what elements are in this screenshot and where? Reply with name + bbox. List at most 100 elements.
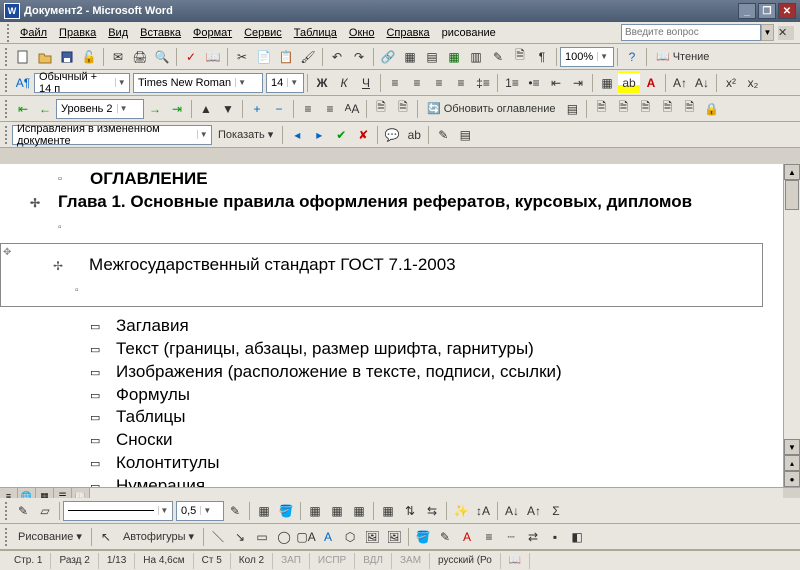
align-right-icon[interactable]: ≡ xyxy=(428,72,450,94)
paste-icon[interactable]: 📋 xyxy=(275,46,297,68)
outline-level-combo[interactable]: Уровень 2▼ xyxy=(56,99,144,119)
font-combo[interactable]: Times New Roman▼ xyxy=(133,73,263,93)
browse-object-icon[interactable]: ● xyxy=(784,471,800,487)
shadow-icon[interactable]: ▪ xyxy=(544,526,566,548)
menu-table[interactable]: Таблица xyxy=(288,25,343,41)
update-toc-button[interactable]: 🔄 Обновить оглавление xyxy=(421,98,561,120)
clipart-icon[interactable]: 🖼 xyxy=(361,526,383,548)
align-center-icon[interactable]: ≡ xyxy=(406,72,428,94)
line-weight-combo[interactable]: 0,5▼ xyxy=(176,501,224,521)
autoformat-icon[interactable]: ✨ xyxy=(450,500,472,522)
menu-edit[interactable]: Правка xyxy=(53,25,102,41)
border-color-icon[interactable]: ✎ xyxy=(224,500,246,522)
split-cells-icon[interactable]: ▦ xyxy=(348,500,370,522)
sort-asc-icon[interactable]: A↓ xyxy=(501,500,523,522)
hyperlink-icon[interactable]: 🔗 xyxy=(377,46,399,68)
borders-icon[interactable]: ▦ xyxy=(596,72,618,94)
promote-icon[interactable]: ← xyxy=(34,98,56,120)
drawing-menu[interactable]: Рисование ▾ xyxy=(12,526,88,548)
subscript-icon[interactable]: x₂ xyxy=(742,72,764,94)
spellcheck-icon[interactable]: ✓ xyxy=(180,46,202,68)
ask-question-input[interactable] xyxy=(621,24,761,41)
help-icon[interactable]: ? xyxy=(621,46,643,68)
menu-format[interactable]: Формат xyxy=(187,25,238,41)
menu-drawing[interactable]: рисование xyxy=(436,25,502,41)
draw-table-icon[interactable]: ✎ xyxy=(12,500,34,522)
research-icon[interactable]: 📖 xyxy=(202,46,224,68)
goto-toc-icon[interactable]: ▤ xyxy=(561,98,583,120)
outline-plus-icon[interactable]: ✢ xyxy=(53,258,63,274)
status-ovr[interactable]: ЗАМ xyxy=(392,553,430,569)
toolbar-handle[interactable] xyxy=(5,48,9,66)
zoom-combo[interactable]: 100%▼ xyxy=(560,47,614,67)
select-objects-icon[interactable]: ↖ xyxy=(95,526,117,548)
bullet-list-icon[interactable]: •≡ xyxy=(523,72,545,94)
save-icon[interactable] xyxy=(56,46,78,68)
underline-icon[interactable]: Ч xyxy=(355,72,377,94)
scroll-down-icon[interactable]: ▼ xyxy=(784,439,800,455)
distribute-cols-icon[interactable]: ⇆ xyxy=(421,500,443,522)
ask-dropdown[interactable]: ▼ xyxy=(761,24,774,41)
autosum-icon[interactable]: Σ xyxy=(545,500,567,522)
reviewing-pane-icon[interactable]: ▤ xyxy=(454,124,476,146)
line-style-icon[interactable]: ≡ xyxy=(478,526,500,548)
textbox-icon[interactable]: ▢A xyxy=(295,526,317,548)
eraser-icon[interactable]: ▱ xyxy=(34,500,56,522)
tables-borders-icon[interactable]: ▦ xyxy=(399,46,421,68)
rectangle-icon[interactable]: ▭ xyxy=(251,526,273,548)
arrow-style-icon[interactable]: ⇄ xyxy=(522,526,544,548)
cut-icon[interactable]: ✂ xyxy=(231,46,253,68)
menu-view[interactable]: Вид xyxy=(102,25,134,41)
threed-icon[interactable]: ◧ xyxy=(566,526,588,548)
line-spacing-icon[interactable]: ‡≡ xyxy=(472,72,494,94)
copy-icon[interactable]: 📄 xyxy=(253,46,275,68)
permissions-icon[interactable]: 🔓 xyxy=(78,46,100,68)
accept-change-icon[interactable]: ✔ xyxy=(330,124,352,146)
promote-top-icon[interactable]: ⇤ xyxy=(12,98,34,120)
wordart-icon[interactable]: A xyxy=(317,526,339,548)
remove-subdoc-icon[interactable]: 🗎 xyxy=(634,98,656,120)
dash-style-icon[interactable]: ┈ xyxy=(500,526,522,548)
move-up-icon[interactable]: ▲ xyxy=(195,98,217,120)
menu-window[interactable]: Окно xyxy=(343,25,381,41)
oval-icon[interactable]: ◯ xyxy=(273,526,295,548)
insert-table-icon[interactable]: ▤ xyxy=(421,46,443,68)
prev-page-icon[interactable]: ▴ xyxy=(784,455,800,471)
demote-body-icon[interactable]: ⇥ xyxy=(166,98,188,120)
align-cells-icon[interactable]: ▦ xyxy=(377,500,399,522)
columns-icon[interactable]: ▥ xyxy=(465,46,487,68)
split-subdoc-icon[interactable]: 🗎 xyxy=(678,98,700,120)
move-down-icon[interactable]: ▼ xyxy=(217,98,239,120)
print-icon[interactable]: 🖨 xyxy=(129,46,151,68)
italic-icon[interactable]: К xyxy=(333,72,355,94)
show-level-icon[interactable]: ≡ xyxy=(297,98,319,120)
format-painter-icon[interactable]: 🖌 xyxy=(297,46,319,68)
shrink-font-icon[interactable]: A↓ xyxy=(691,72,713,94)
close-button[interactable]: ✕ xyxy=(778,3,796,19)
show-formatting-icon[interactable]: AA xyxy=(341,98,363,120)
font-size-combo[interactable]: 14▼ xyxy=(266,73,304,93)
line-color-icon[interactable]: ✎ xyxy=(434,526,456,548)
scroll-up-icon[interactable]: ▲ xyxy=(784,164,800,180)
status-spell-icon[interactable]: 📖 xyxy=(501,553,530,569)
new-comment-icon[interactable]: 💬 xyxy=(381,124,403,146)
toolbar-handle[interactable] xyxy=(5,502,9,520)
master-doc-icon[interactable]: 🗎 xyxy=(370,98,392,120)
fill-color-icon[interactable]: 🪣 xyxy=(412,526,434,548)
picture-icon[interactable]: 🖼 xyxy=(383,526,405,548)
status-trk[interactable]: ИСПР xyxy=(310,553,355,569)
reading-layout-button[interactable]: 📖 Чтение xyxy=(650,46,715,68)
highlight-icon[interactable]: ab xyxy=(618,72,640,94)
doc-map-icon[interactable]: 🗎 xyxy=(509,46,531,68)
prev-change-icon[interactable]: ◂ xyxy=(286,124,308,146)
justify-icon[interactable]: ≡ xyxy=(450,72,472,94)
insert-subdoc-icon[interactable]: 🗎 xyxy=(590,98,612,120)
toolbar-handle[interactable] xyxy=(5,528,9,546)
outside-border-icon[interactable]: ▦ xyxy=(253,500,275,522)
create-subdoc-icon[interactable]: 🗎 xyxy=(612,98,634,120)
display-for-review-combo[interactable]: Исправления в измененном документе▼ xyxy=(12,125,212,145)
menu-tools[interactable]: Сервис xyxy=(238,25,288,41)
toolbar-handle[interactable] xyxy=(7,24,11,42)
toolbar-handle[interactable] xyxy=(5,100,9,118)
show-menu[interactable]: Показать ▾ xyxy=(212,124,279,146)
